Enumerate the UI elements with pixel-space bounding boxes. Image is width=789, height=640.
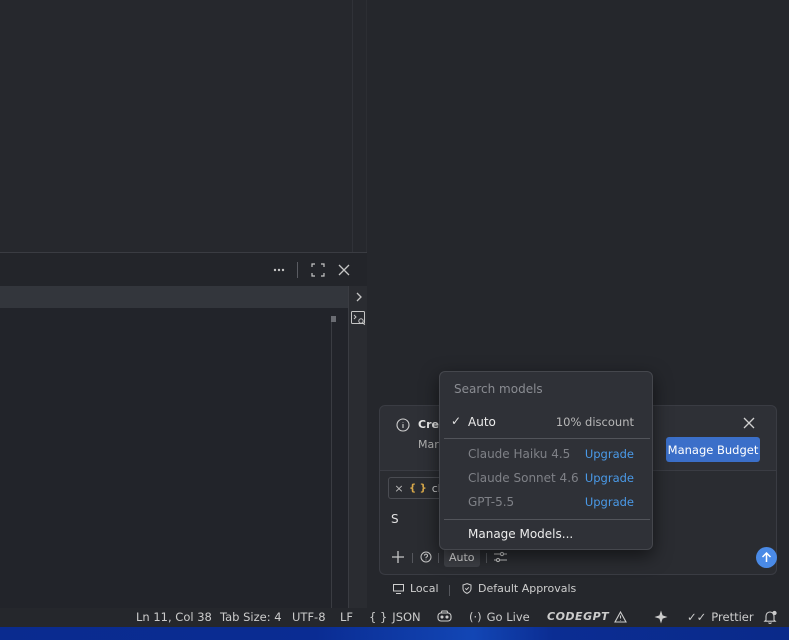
manage-models-item[interactable]: Manage Models... <box>444 523 650 545</box>
broadcast-icon: (·) <box>469 610 482 624</box>
model-name: Claude Sonnet 4.6 <box>468 471 579 485</box>
add-context-button[interactable] <box>390 547 406 567</box>
editor-minimap-divider <box>352 0 353 252</box>
more-actions-button[interactable] <box>270 261 288 279</box>
toolbar-divider <box>412 553 413 563</box>
json-file-icon: { } <box>409 482 427 494</box>
remove-context-icon[interactable]: × <box>392 482 406 495</box>
chevron-right-icon <box>356 292 362 301</box>
status-bar: Ln 11, Col 38 Tab Size: 4 UTF-8 LF { } J… <box>0 608 789 627</box>
language-label: JSON <box>392 610 421 624</box>
editor-area[interactable] <box>0 0 367 252</box>
codegpt-button[interactable]: CODEGPT <box>547 610 628 623</box>
plus-icon <box>392 551 404 563</box>
upgrade-link[interactable]: Upgrade <box>585 471 634 485</box>
prettier-button[interactable]: ✓✓ Prettier <box>687 610 754 624</box>
local-mode-button[interactable]: Local <box>393 582 439 595</box>
maximize-panel-button[interactable] <box>309 261 327 279</box>
codegpt-logo: CODEGPT <box>547 610 610 623</box>
monitor-icon <box>393 583 404 594</box>
model-name: Claude Haiku 4.5 <box>468 447 571 461</box>
close-panel-button[interactable] <box>335 261 353 279</box>
dropdown-divider <box>444 438 650 439</box>
terminal-instance-button[interactable] <box>350 310 367 327</box>
double-check-icon: ✓✓ <box>687 610 707 624</box>
sparkle-icon <box>654 610 668 624</box>
check-icon: ✓ <box>451 414 462 428</box>
terminal-scrollbar-thumb[interactable] <box>331 316 336 322</box>
model-dropdown: Search models ✓ Auto 10% discount Claude… <box>439 371 653 550</box>
manage-models-label: Manage Models... <box>468 527 574 541</box>
terminal-scrollbar-track <box>331 316 332 608</box>
dropdown-divider <box>444 519 650 520</box>
info-icon <box>396 418 410 432</box>
model-select-button[interactable]: Auto <box>444 547 480 567</box>
warning-icon <box>614 610 628 623</box>
terminal-search-icon <box>351 311 366 326</box>
end-of-line[interactable]: LF <box>340 610 353 624</box>
upgrade-link[interactable]: Upgrade <box>585 447 634 461</box>
terminal-body[interactable] <box>0 308 348 608</box>
braces-icon: { } <box>369 610 388 624</box>
notifications-button[interactable] <box>763 610 777 624</box>
mention-button[interactable] <box>418 547 434 567</box>
arrow-up-icon <box>761 552 772 562</box>
model-option[interactable]: Claude Sonnet 4.6 Upgrade <box>444 467 650 489</box>
toolbar-divider <box>438 553 439 563</box>
model-name: GPT-5.5 <box>468 495 515 509</box>
approvals-label: Default Approvals <box>478 582 577 595</box>
banner-close-button[interactable] <box>743 417 759 433</box>
model-option[interactable]: GPT-5.5 Upgrade <box>444 491 650 513</box>
copilot-button[interactable] <box>437 610 452 623</box>
header-divider <box>297 262 298 278</box>
prettier-label: Prettier <box>711 610 754 624</box>
close-icon <box>743 417 755 429</box>
manage-budget-button[interactable]: Manage Budget <box>666 437 760 462</box>
local-label: Local <box>410 582 439 595</box>
upgrade-link[interactable]: Upgrade <box>585 495 634 509</box>
footer-divider <box>449 585 450 596</box>
shield-icon <box>462 583 472 594</box>
discount-label: 10% discount <box>555 415 634 429</box>
os-taskbar <box>0 627 789 640</box>
language-mode[interactable]: { } JSON <box>369 610 421 624</box>
settings-sliders-button[interactable] <box>492 547 508 567</box>
send-button[interactable] <box>756 547 777 568</box>
terminal-side-strip <box>348 286 367 608</box>
help-icon <box>420 551 432 563</box>
model-option-auto[interactable]: ✓ Auto 10% discount <box>444 411 650 433</box>
ellipsis-icon <box>273 268 285 272</box>
bell-icon <box>763 610 777 624</box>
expand-terminals-button[interactable] <box>350 288 367 305</box>
approvals-button[interactable]: Default Approvals <box>462 582 576 595</box>
maximize-icon <box>311 263 325 277</box>
tab-size[interactable]: Tab Size: 4 <box>220 610 282 624</box>
ai-sparkle-button[interactable] <box>654 610 668 624</box>
cursor-position[interactable]: Ln 11, Col 38 <box>136 610 212 624</box>
model-search-input[interactable]: Search models <box>454 382 543 396</box>
panel-header <box>0 252 367 286</box>
go-live-button[interactable]: (·) Go Live <box>469 610 530 624</box>
close-icon <box>338 264 350 276</box>
terminal-tab-bar <box>0 286 348 308</box>
chat-footer-row: Local Default Approvals <box>379 580 777 600</box>
toolbar-divider <box>486 553 487 563</box>
encoding[interactable]: UTF-8 <box>292 610 326 624</box>
copilot-icon <box>437 610 452 622</box>
model-option[interactable]: Claude Haiku 4.5 Upgrade <box>444 443 650 465</box>
model-name: Auto <box>468 415 496 429</box>
go-live-label: Go Live <box>486 610 530 624</box>
banner-subtitle: Mar <box>418 438 439 451</box>
sliders-icon <box>493 551 507 563</box>
chat-input-field[interactable]: S <box>391 512 399 526</box>
